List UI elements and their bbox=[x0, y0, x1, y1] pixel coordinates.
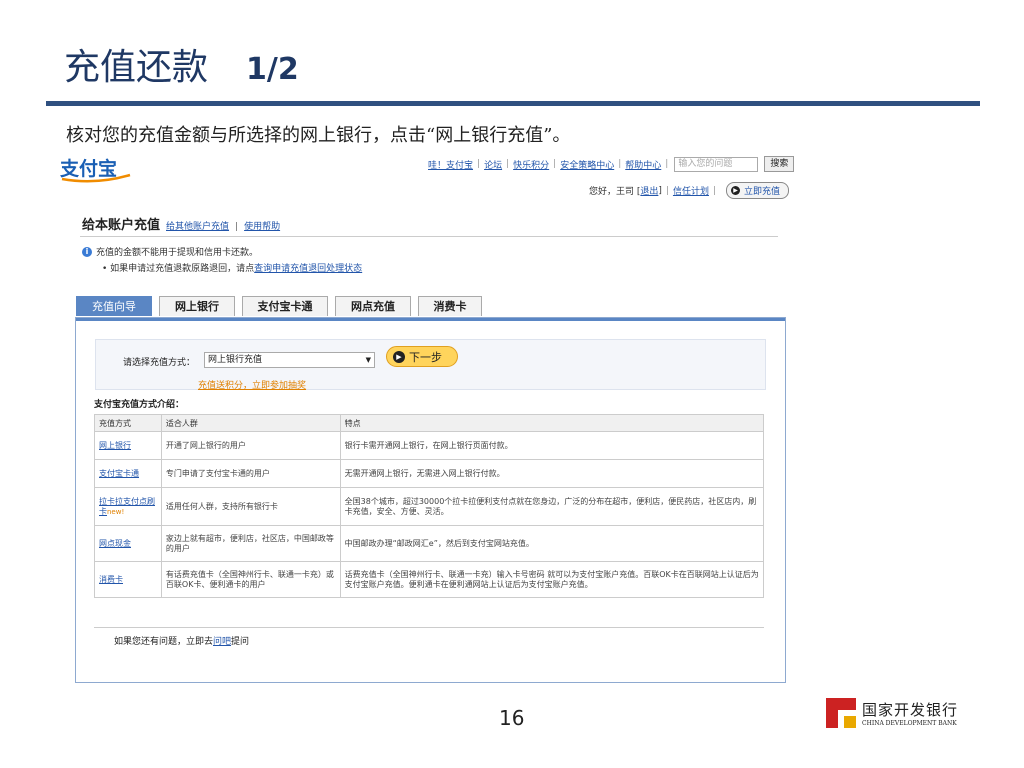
bank-name-cn: 国家开发银行 bbox=[862, 701, 959, 719]
title-divider bbox=[46, 101, 980, 106]
feature-cell: 无需开通网上银行，无需进入网上银行付款。 bbox=[339, 459, 765, 488]
method-link[interactable]: 消费卡 bbox=[99, 575, 123, 584]
open-now-label: 立即充值 bbox=[744, 187, 781, 197]
top-links: 哇！支付宝 | 论坛 | 快乐积分 | 安全策略中心 | 帮助中心 | 输入您的问题 搜索 bbox=[428, 156, 795, 172]
help-suffix: 提问 bbox=[231, 637, 250, 647]
audience-cell: 专门申请了支付宝卡通的用户 bbox=[160, 459, 341, 488]
recharge-panel: 请选择充值方式： 网上银行充值 ▼ ▶ 下一步 充值送积分，立即参加抽奖 支付宝充… bbox=[75, 317, 786, 683]
notice-text-2: • 如果申请过充值退款原路退回，请点 bbox=[102, 264, 255, 274]
greeting-bracket: ] bbox=[658, 185, 662, 196]
feature-cell: 银行卡需开通网上银行，在网上银行页面付款。 bbox=[339, 431, 765, 460]
link-wa-alipay[interactable]: 哇！支付宝 bbox=[428, 158, 473, 171]
bank-logo: 国家开发银行 CHINA DEVELOPMENT BANK bbox=[826, 694, 974, 732]
slide-title-text: 充值还款 bbox=[64, 47, 209, 88]
table-row: 支付宝卡通 专门申请了支付宝卡通的用户 无需开通网上银行，无需进入网上银行付款。 bbox=[94, 459, 765, 488]
tab-alipay-card[interactable]: 支付宝卡通 bbox=[242, 296, 328, 316]
notice-line-2: • 如果申请过充值退款原路退回，请点查询申请充值退回处理状态 bbox=[102, 261, 362, 274]
logout-link[interactable]: 退出 bbox=[640, 184, 658, 197]
link-other-account[interactable]: 给其他账户充值 bbox=[166, 219, 229, 232]
method-select-box: 请选择充值方式： 网上银行充值 ▼ ▶ 下一步 充值送积分，立即参加抽奖 bbox=[95, 339, 766, 391]
method-select-label: 请选择充值方式： bbox=[123, 358, 196, 368]
new-badge: new! bbox=[107, 507, 125, 516]
link-help-center[interactable]: 帮助中心 bbox=[625, 158, 661, 171]
table-row: 网点现金 家边上就有超市，便利店，社区店，中国邮政等的用户 中国邮政办理“邮政网… bbox=[94, 525, 765, 562]
help-line: 如果您还有问题，立即去问吧提问 bbox=[114, 634, 249, 647]
chevron-down-icon: ▼ bbox=[365, 356, 371, 364]
feature-cell: 话费充值卡（全国神州行卡、联通一卡充）输入卡号密码 就可以为支付宝账户充值。百联… bbox=[339, 561, 765, 598]
tab-online-banking[interactable]: 网上银行 bbox=[159, 296, 235, 316]
alipay-logo[interactable]: 支付宝 bbox=[58, 155, 134, 183]
link-security-center[interactable]: 安全策略中心 bbox=[560, 158, 614, 171]
tab-recharge-guide[interactable]: 充值向导 bbox=[76, 296, 152, 316]
tab-bar: 充值向导 网上银行 支付宝卡通 网点充值 消费卡 bbox=[76, 296, 489, 316]
greeting: 您好，王司 [ bbox=[589, 187, 641, 197]
link-points[interactable]: 快乐积分 bbox=[513, 158, 549, 171]
page-number: 16 bbox=[499, 706, 525, 730]
open-now-button[interactable]: ▶ 立即充值 bbox=[726, 182, 790, 199]
account-divider bbox=[80, 236, 778, 237]
user-bar: 您好，王司 [退出] | 信任计划 | ▶ 立即充值 bbox=[589, 182, 790, 199]
next-step-label: 下一步 bbox=[409, 350, 442, 364]
intro-title: 支付宝充值方式介绍： bbox=[94, 400, 185, 410]
bottom-divider bbox=[94, 627, 764, 628]
ask-link[interactable]: 问吧 bbox=[213, 637, 231, 647]
slide-title-number: 1/2 bbox=[246, 52, 299, 87]
play-icon: ▶ bbox=[393, 350, 405, 363]
instruction-text: 核对您的充值金额与所选择的网上银行，点击“网上银行充值”。 bbox=[66, 125, 571, 146]
feature-cell: 全国38个城市，超过30000个拉卡拉便利支付点就在您身边，广泛的分布在超市，便… bbox=[339, 487, 765, 526]
audience-cell: 家边上就有超市，便利店，社区店，中国邮政等的用户 bbox=[160, 525, 341, 562]
link-forum[interactable]: 论坛 bbox=[484, 158, 502, 171]
table-row: 消费卡 有话费充值卡（全国神州行卡、联通一卡充）或百联OK卡、便利通卡的用户 话… bbox=[94, 561, 765, 598]
tab-consumer-card[interactable]: 消费卡 bbox=[418, 296, 482, 316]
slide-title: 充值还款 1/2 bbox=[64, 38, 299, 90]
bank-name-en: CHINA DEVELOPMENT BANK bbox=[862, 720, 957, 727]
promo-link[interactable]: 充值送积分，立即参加抽奖 bbox=[198, 378, 306, 391]
alipay-logo-text: 支付宝 bbox=[59, 157, 117, 180]
bank-emblem-icon bbox=[826, 698, 856, 728]
account-header: 给本账户充值 给其他账户充值 | 使用帮助 bbox=[82, 214, 280, 233]
panel-top-bar bbox=[76, 318, 785, 321]
notice-line-1: i 充值的金额不能用于提现和信用卡还款。 bbox=[82, 245, 258, 258]
table-row: 网上银行 开通了网上银行的用户 银行卡需开通网上银行，在网上银行页面付款。 bbox=[94, 431, 765, 460]
method-select-value: 网上银行充值 bbox=[208, 355, 263, 365]
methods-table: 充值方式 适合人群 特点 网上银行 开通了网上银行的用户 银行卡需开通网上银行，… bbox=[94, 414, 765, 598]
header-audience: 适合人群 bbox=[160, 414, 341, 432]
table-row: 拉卡拉支付点刷卡new! 适用任何人群，支持所有银行卡 全国38个城市，超过30… bbox=[94, 487, 765, 526]
method-select[interactable]: 网上银行充值 ▼ bbox=[204, 352, 375, 368]
trust-plan-link[interactable]: 信任计划 bbox=[673, 184, 709, 197]
method-link[interactable]: 支付宝卡通 bbox=[99, 469, 139, 478]
audience-cell: 有话费充值卡（全国神州行卡、联通一卡充）或百联OK卡、便利通卡的用户 bbox=[160, 561, 341, 598]
search-button[interactable]: 搜索 bbox=[764, 156, 795, 172]
info-icon: i bbox=[82, 246, 92, 257]
feature-cell: 中国邮政办理“邮政网汇e”，然后到支付宝网站充值。 bbox=[339, 525, 765, 562]
notice-text-1: 充值的金额不能用于提现和信用卡还款。 bbox=[96, 248, 259, 258]
table-header-row: 充值方式 适合人群 特点 bbox=[94, 414, 765, 432]
header-feature: 特点 bbox=[339, 414, 765, 432]
audience-cell: 适用任何人群，支持所有银行卡 bbox=[160, 487, 341, 526]
search-input[interactable]: 输入您的问题 bbox=[674, 156, 759, 172]
tab-outlet-recharge[interactable]: 网点充值 bbox=[335, 296, 411, 316]
link-usage-help[interactable]: 使用帮助 bbox=[244, 219, 280, 232]
method-link[interactable]: 网点现金 bbox=[99, 539, 131, 548]
account-heading: 给本账户充值 bbox=[82, 218, 161, 233]
header-method: 充值方式 bbox=[94, 414, 162, 432]
audience-cell: 开通了网上银行的用户 bbox=[160, 431, 341, 460]
next-step-button[interactable]: ▶ 下一步 bbox=[386, 346, 458, 367]
refund-status-link[interactable]: 查询申请充值退回处理状态 bbox=[254, 264, 362, 274]
method-link[interactable]: 网上银行 bbox=[99, 441, 131, 450]
play-icon: ▶ bbox=[731, 186, 741, 195]
help-prefix: 如果您还有问题，立即去 bbox=[114, 637, 214, 647]
